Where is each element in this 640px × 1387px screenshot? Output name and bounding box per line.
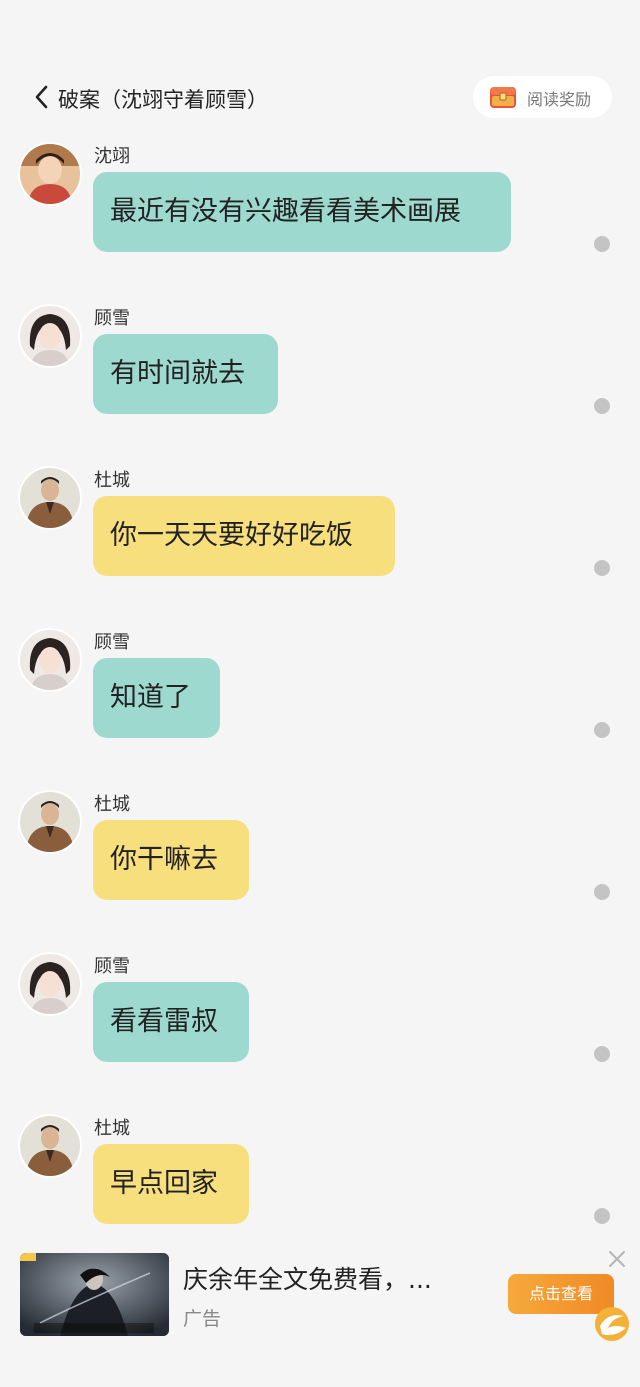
avatar-ducheng[interactable] [18, 790, 82, 854]
message-bubble[interactable]: 有时间就去 [93, 334, 278, 414]
avatar-guxue[interactable] [18, 952, 82, 1016]
message-bubble[interactable]: 最近有没有兴趣看看美术画展 [93, 172, 511, 252]
chat-message: 顾雪 有时间就去 [0, 304, 640, 454]
read-status-dot [594, 236, 610, 252]
sender-name: 顾雪 [94, 632, 130, 653]
avatar-guxue[interactable] [18, 304, 82, 368]
ad-title[interactable]: 庆余年全文免费看，... [183, 1260, 432, 1296]
message-bubble[interactable]: 你一天天要好好吃饭 [93, 496, 395, 576]
read-status-dot [594, 1046, 610, 1062]
avatar-guxue[interactable] [18, 628, 82, 692]
avatar-image [20, 954, 80, 1014]
back-button[interactable] [30, 82, 56, 112]
message-bubble[interactable]: 早点回家 [93, 1144, 249, 1224]
chat-message: 沈翊 最近有没有兴趣看看美术画展 [0, 142, 640, 292]
sender-name: 沈翊 [94, 146, 130, 167]
read-status-dot [594, 1208, 610, 1224]
reading-reward-button[interactable]: 阅读奖励 [473, 76, 612, 118]
read-status-dot [594, 560, 610, 576]
sender-name: 顾雪 [94, 956, 130, 977]
avatar-image [20, 630, 80, 690]
chat-message: 杜城 你一天天要好好吃饭 [0, 466, 640, 616]
ad-banner[interactable]: 庆余年全文免费看，... 广告 点击查看 [0, 1240, 640, 1350]
treasure-chest-icon [490, 87, 516, 108]
avatar-shenyi[interactable] [18, 142, 82, 206]
header: 破案（沈翊守着顾雪） 阅读奖励 [0, 76, 640, 120]
sender-name: 杜城 [94, 1118, 130, 1139]
avatar-ducheng[interactable] [18, 466, 82, 530]
read-status-dot [594, 398, 610, 414]
avatar-image [20, 468, 80, 528]
ad-thumbnail[interactable] [20, 1253, 169, 1336]
chat-message: 顾雪 知道了 [0, 628, 640, 778]
sender-name: 顾雪 [94, 308, 130, 329]
avatar-image [20, 306, 80, 366]
close-icon[interactable] [606, 1248, 628, 1270]
page-title: 破案（沈翊守着顾雪） [58, 88, 268, 112]
read-status-dot [594, 722, 610, 738]
message-bubble[interactable]: 知道了 [93, 658, 220, 738]
reading-reward-label: 阅读奖励 [527, 90, 592, 109]
avatar-image [20, 144, 80, 204]
ad-thumbnail-image [20, 1253, 169, 1336]
brand-logo-icon [595, 1307, 629, 1341]
chevron-left-icon [35, 85, 48, 109]
ad-label: 广告 [183, 1308, 222, 1330]
avatar-image [20, 792, 80, 852]
message-bubble[interactable]: 看看雷叔 [93, 982, 249, 1062]
message-bubble[interactable]: 你干嘛去 [93, 820, 249, 900]
chat-screen: 破案（沈翊守着顾雪） 阅读奖励 沈翊 最近有没有兴趣看看美术画展 顾雪 有时间就… [0, 0, 640, 1387]
chat-message: 顾雪 看看雷叔 [0, 952, 640, 1102]
avatar-image [20, 1116, 80, 1176]
avatar-ducheng[interactable] [18, 1114, 82, 1178]
chat-message: 杜城 你干嘛去 [0, 790, 640, 940]
read-status-dot [594, 884, 610, 900]
sender-name: 杜城 [94, 794, 130, 815]
sender-name: 杜城 [94, 470, 130, 491]
